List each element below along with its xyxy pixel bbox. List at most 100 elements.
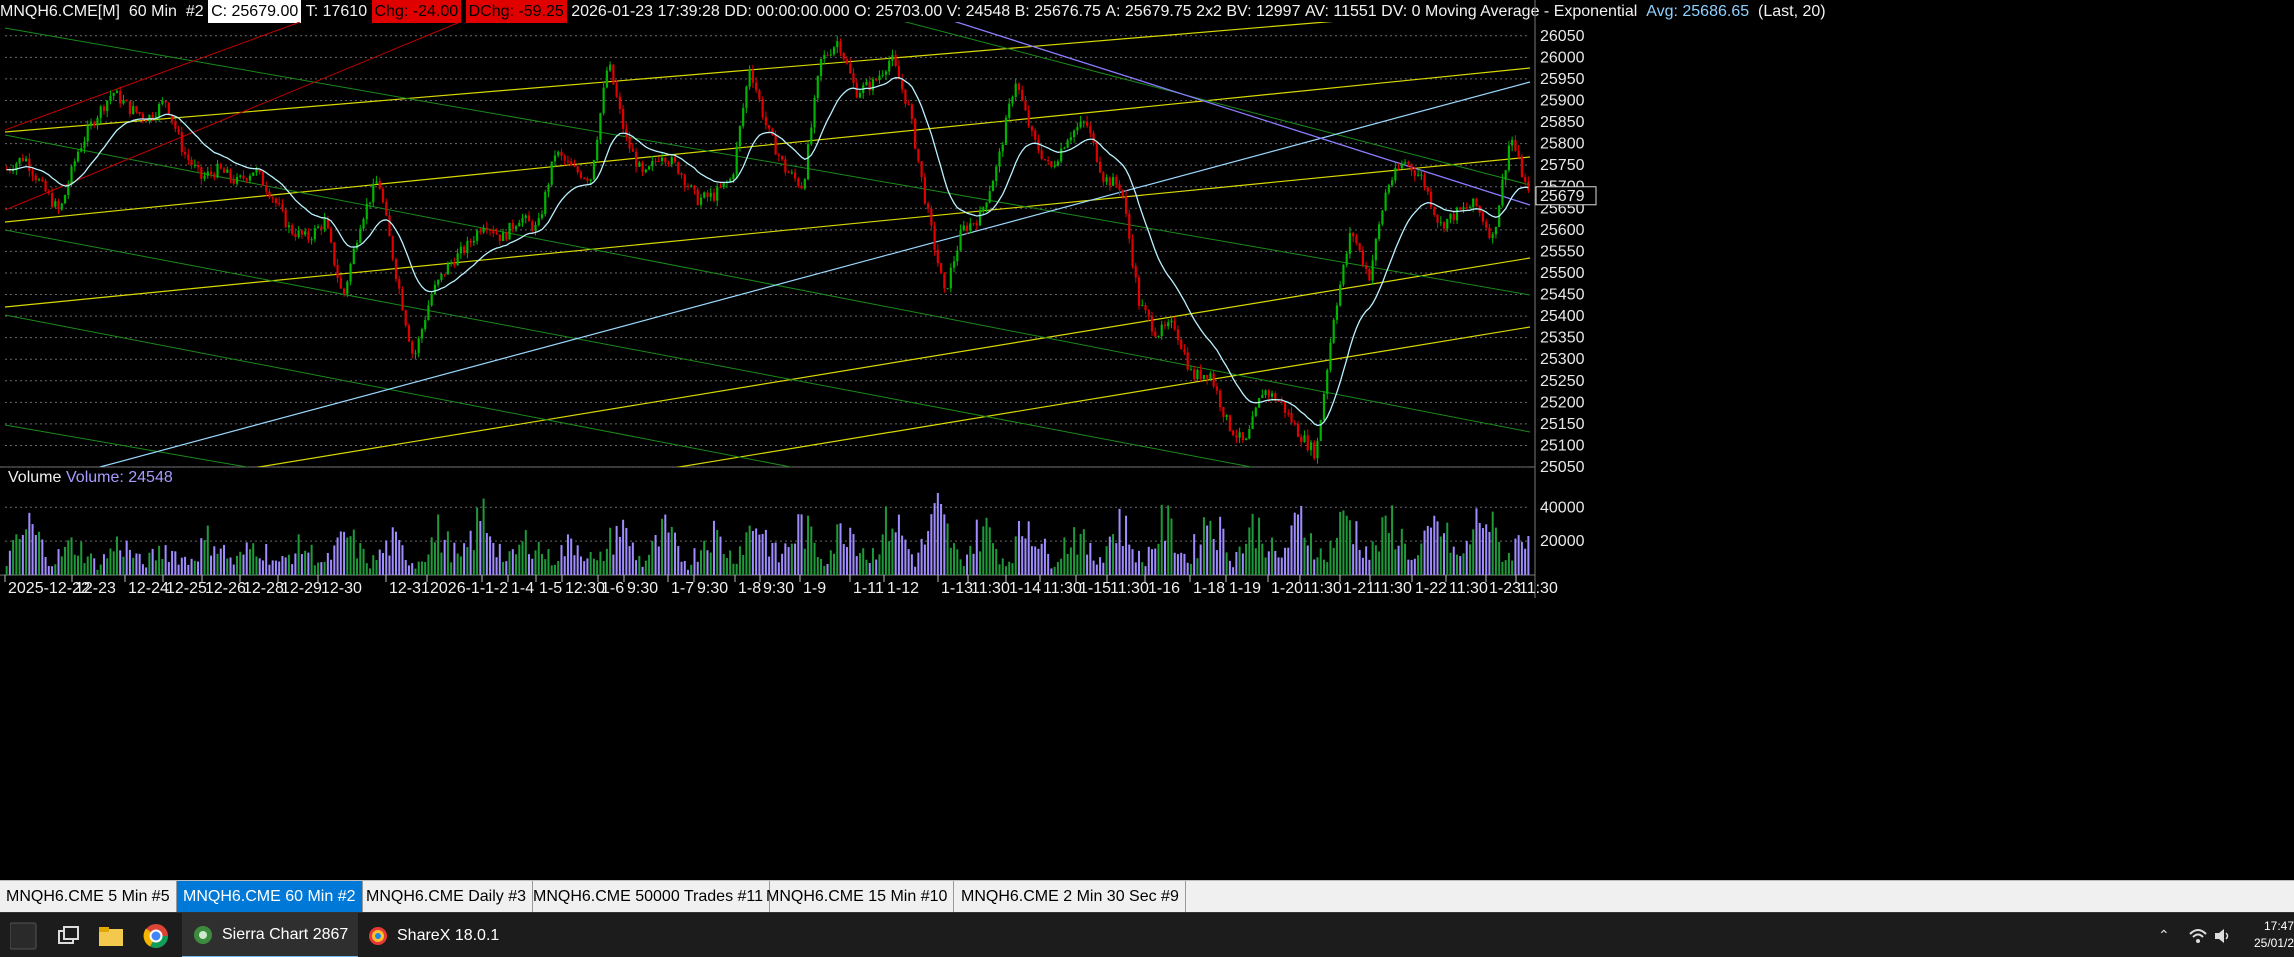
volume-bar bbox=[1121, 546, 1124, 575]
candle-body bbox=[664, 157, 667, 163]
volume-bar bbox=[777, 562, 780, 575]
candle-body bbox=[388, 215, 391, 237]
volume-bar bbox=[349, 536, 352, 575]
volume-bar bbox=[485, 533, 488, 575]
volume-bar bbox=[1219, 516, 1222, 575]
candle-body bbox=[404, 310, 407, 326]
candle-body bbox=[482, 227, 485, 233]
candle-body bbox=[654, 160, 657, 162]
volume-bar bbox=[1520, 541, 1523, 575]
volume-bar bbox=[1144, 566, 1147, 575]
wifi-icon[interactable] bbox=[2188, 919, 2208, 952]
volume-bar bbox=[122, 556, 125, 575]
candle-body bbox=[28, 158, 31, 171]
volume-bar bbox=[213, 546, 216, 575]
volume-bar bbox=[920, 538, 923, 575]
volume-bar bbox=[1322, 559, 1325, 575]
tab-5-min[interactable]: MNQH6.CME 5 Min #5 bbox=[0, 881, 177, 913]
volume-bar bbox=[693, 548, 696, 575]
volume-bar bbox=[495, 557, 498, 575]
tray-chevron-icon[interactable]: ⌃ bbox=[2158, 919, 2170, 952]
candle-body bbox=[719, 187, 722, 189]
volume-bar bbox=[31, 524, 34, 575]
taskbar-clock[interactable]: 17:47 25/01/20 bbox=[2254, 918, 2294, 952]
volume-bar bbox=[164, 545, 167, 575]
time-tick-label: 12:30 bbox=[565, 580, 605, 597]
volume-bar bbox=[1066, 553, 1069, 575]
volume-bar bbox=[755, 528, 758, 575]
candle-body bbox=[365, 203, 368, 220]
volume-bar bbox=[1472, 529, 1475, 575]
taskbar-sharex[interactable]: ShareX 18.0.1 bbox=[357, 913, 509, 957]
candle-body bbox=[265, 185, 268, 192]
volume-bar bbox=[596, 560, 599, 575]
tab-daily[interactable]: MNQH6.CME Daily #3 bbox=[360, 881, 534, 913]
candle-body bbox=[1410, 164, 1413, 171]
candle-body bbox=[1426, 187, 1429, 192]
chrome-icon[interactable] bbox=[142, 919, 170, 952]
candle-body bbox=[132, 106, 135, 114]
candle-body bbox=[226, 169, 229, 173]
tab-60-min[interactable]: MNQH6.CME 60 Min #2 bbox=[177, 881, 363, 913]
candle-body bbox=[1105, 177, 1108, 182]
time-tick-label: 12-28 bbox=[243, 580, 284, 597]
volume-bar bbox=[943, 514, 946, 575]
price-chart[interactable]: 2605026000259502590025850258002575025700… bbox=[0, 0, 2294, 957]
candle-body bbox=[456, 253, 459, 266]
candle-body bbox=[1459, 207, 1462, 210]
volume-bar bbox=[696, 561, 699, 575]
candle-body bbox=[261, 172, 265, 186]
candle-body bbox=[453, 262, 456, 266]
volume-bar bbox=[492, 542, 495, 575]
speaker-icon[interactable] bbox=[2212, 919, 2232, 952]
candle-body bbox=[235, 176, 239, 184]
volume-bar bbox=[216, 553, 219, 575]
volume-bar bbox=[1248, 527, 1251, 575]
candle-body bbox=[1244, 438, 1248, 440]
candle-body bbox=[349, 263, 352, 282]
tab-2-min-30-sec[interactable]: MNQH6.CME 2 Min 30 Sec #9 bbox=[955, 881, 1186, 913]
start-icon[interactable] bbox=[10, 919, 40, 952]
volume-bar bbox=[1361, 557, 1364, 575]
taskbar-sierra-chart[interactable]: Sierra Chart 2867 bbox=[182, 913, 359, 957]
candle-body bbox=[1345, 253, 1348, 265]
candle-body bbox=[1238, 432, 1241, 438]
candle-body bbox=[1173, 320, 1176, 330]
candle-body bbox=[1232, 430, 1235, 436]
volume-bar bbox=[1293, 512, 1296, 575]
volume-bar bbox=[953, 543, 956, 575]
time-tick-label: 12-30 bbox=[321, 580, 362, 597]
volume-tick-label: 40000 bbox=[1540, 499, 1585, 516]
volume-bar bbox=[816, 556, 819, 575]
candle-body bbox=[1429, 191, 1433, 208]
tab-50000-trades[interactable]: MNQH6.CME 50000 Trades #11 bbox=[527, 881, 771, 913]
volume-bar bbox=[761, 533, 764, 575]
volume-bar bbox=[187, 564, 190, 575]
task-view-icon[interactable] bbox=[55, 919, 81, 952]
file-explorer-icon[interactable] bbox=[97, 919, 125, 952]
volume-bar bbox=[1417, 555, 1420, 575]
volume-bar bbox=[323, 561, 326, 575]
volume-bar bbox=[391, 527, 394, 575]
price-tick-label: 25600 bbox=[1540, 222, 1585, 239]
candle-body bbox=[670, 157, 673, 165]
candle-body bbox=[1491, 234, 1494, 238]
candle-body bbox=[810, 127, 813, 145]
candle-body bbox=[1394, 167, 1397, 181]
volume-bar bbox=[563, 556, 566, 575]
volume-bar bbox=[1329, 540, 1332, 575]
volume-bar bbox=[1413, 558, 1416, 575]
candle-body bbox=[956, 250, 959, 262]
candle-body bbox=[602, 87, 605, 114]
tab-15-min[interactable]: MNQH6.CME 15 Min #10 bbox=[760, 881, 955, 913]
volume-bar bbox=[540, 553, 543, 575]
volume-bar bbox=[826, 563, 829, 575]
volume-bar bbox=[433, 542, 436, 575]
volume-bar bbox=[1449, 552, 1452, 575]
candle-body bbox=[1053, 165, 1056, 167]
candle-body bbox=[1416, 174, 1420, 176]
candle-body bbox=[803, 179, 806, 189]
candle-body bbox=[50, 193, 54, 207]
volume-bar bbox=[917, 552, 920, 575]
candle-body bbox=[1235, 435, 1238, 438]
